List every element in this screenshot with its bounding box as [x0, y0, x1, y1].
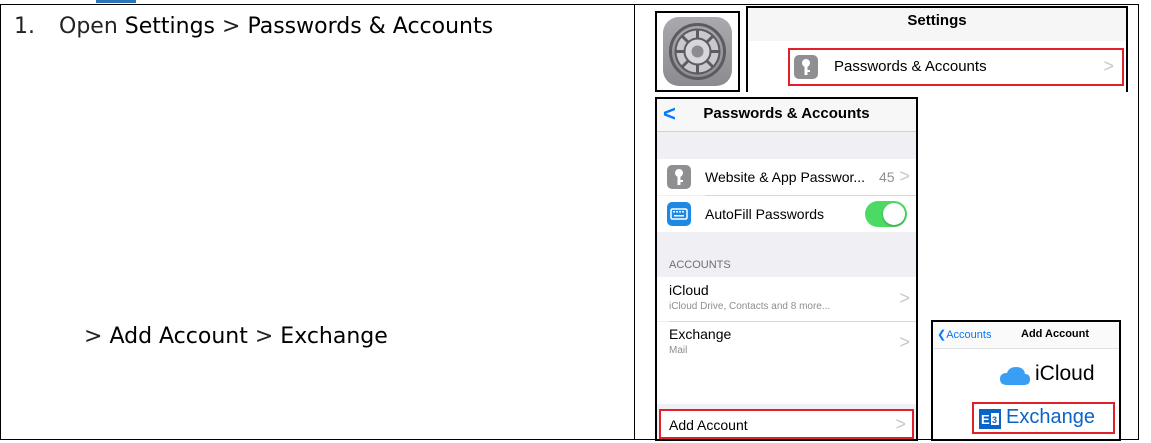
exchange-option[interactable]: E3 Exchange: [972, 402, 1115, 434]
step2-add-account-text: Add Account: [109, 324, 248, 349]
step-1-line: 1. Open Settings > Passwords & Accounts: [14, 14, 493, 39]
heading-underline: [96, 0, 136, 3]
icloud-icon: [999, 366, 1031, 391]
autofill-passwords-row: AutoFill Passwords: [657, 196, 916, 232]
back-chevron-icon: ❮: [937, 329, 947, 341]
autofill-toggle[interactable]: [865, 201, 907, 227]
settings-title: Settings: [907, 12, 967, 29]
icloud-title: iCloud: [669, 282, 709, 298]
step2-exchange-text: Exchange: [280, 324, 388, 349]
step-1b-line: > Add Account > Exchange: [84, 324, 388, 349]
exchange-title: Exchange: [669, 326, 732, 342]
svg-text:E: E: [981, 412, 990, 427]
toggle-knob: [883, 203, 905, 225]
website-app-passwords-row[interactable]: Website & App Passwor... 45 >: [657, 159, 916, 195]
nav-title: Passwords & Accounts: [703, 105, 870, 122]
exchange-account-row[interactable]: Exchange Mail >: [657, 322, 916, 404]
password-count: 45: [879, 169, 895, 185]
chevron-right-icon: >: [899, 332, 910, 352]
accounts-section-header: ACCOUNTS: [669, 259, 731, 271]
key-icon: [794, 55, 818, 79]
icloud-subtitle: iCloud Drive, Contacts and 8 more...: [669, 301, 831, 312]
nav-bar: < Passwords & Accounts: [657, 99, 916, 132]
add-account-title: Add Account: [1021, 328, 1090, 340]
chevron-right-icon: >: [899, 288, 910, 308]
website-passwords-label: Website & App Passwor...: [705, 169, 866, 185]
exchange-subtitle: Mail: [669, 345, 688, 356]
exchange-icon: E3: [979, 409, 1001, 429]
exchange-option-label: Exchange: [1006, 406, 1095, 428]
back-to-accounts-link[interactable]: ❮Accounts: [937, 328, 991, 341]
settings-app-icon-frame: [655, 11, 740, 92]
step-settings-text: Settings: [124, 14, 215, 39]
step2-separator-1: >: [84, 324, 103, 349]
chevron-right-icon: >: [1103, 56, 1114, 76]
chevron-right-icon: >: [895, 414, 906, 434]
step2-separator-2: >: [254, 324, 274, 349]
passwords-accounts-screen: < Passwords & Accounts Website & App Pas…: [655, 97, 918, 441]
keyboard-icon: [667, 202, 691, 226]
autofill-passwords-label: AutoFill Passwords: [705, 206, 825, 222]
icloud-option-label: iCloud: [1035, 362, 1095, 385]
step-passwords-text: Passwords & Accounts: [247, 14, 494, 39]
add-account-label: Add Account: [669, 417, 748, 433]
step-number: 1.: [14, 14, 35, 39]
svg-text:3: 3: [992, 415, 997, 425]
passwords-accounts-row[interactable]: Passwords & Accounts >: [788, 48, 1124, 86]
settings-gear-icon[interactable]: [663, 17, 732, 86]
step-separator: >: [222, 14, 241, 39]
key-icon: [667, 165, 691, 189]
settings-screen-crop: Settings Passwords & Accounts >: [746, 6, 1128, 92]
table-column-divider: [634, 4, 635, 440]
chevron-right-icon: >: [899, 166, 910, 186]
add-account-nav-bar: ❮Accounts Add Account: [933, 322, 1119, 349]
add-account-screen: ❮Accounts Add Account iCloud E3 Exchange: [931, 320, 1121, 441]
passwords-accounts-label: Passwords & Accounts: [834, 58, 987, 75]
icloud-account-row[interactable]: iCloud iCloud Drive, Contacts and 8 more…: [657, 277, 916, 321]
add-account-row[interactable]: Add Account >: [659, 409, 914, 439]
step-open-text: Open: [59, 14, 118, 39]
back-label: Accounts: [946, 329, 992, 341]
